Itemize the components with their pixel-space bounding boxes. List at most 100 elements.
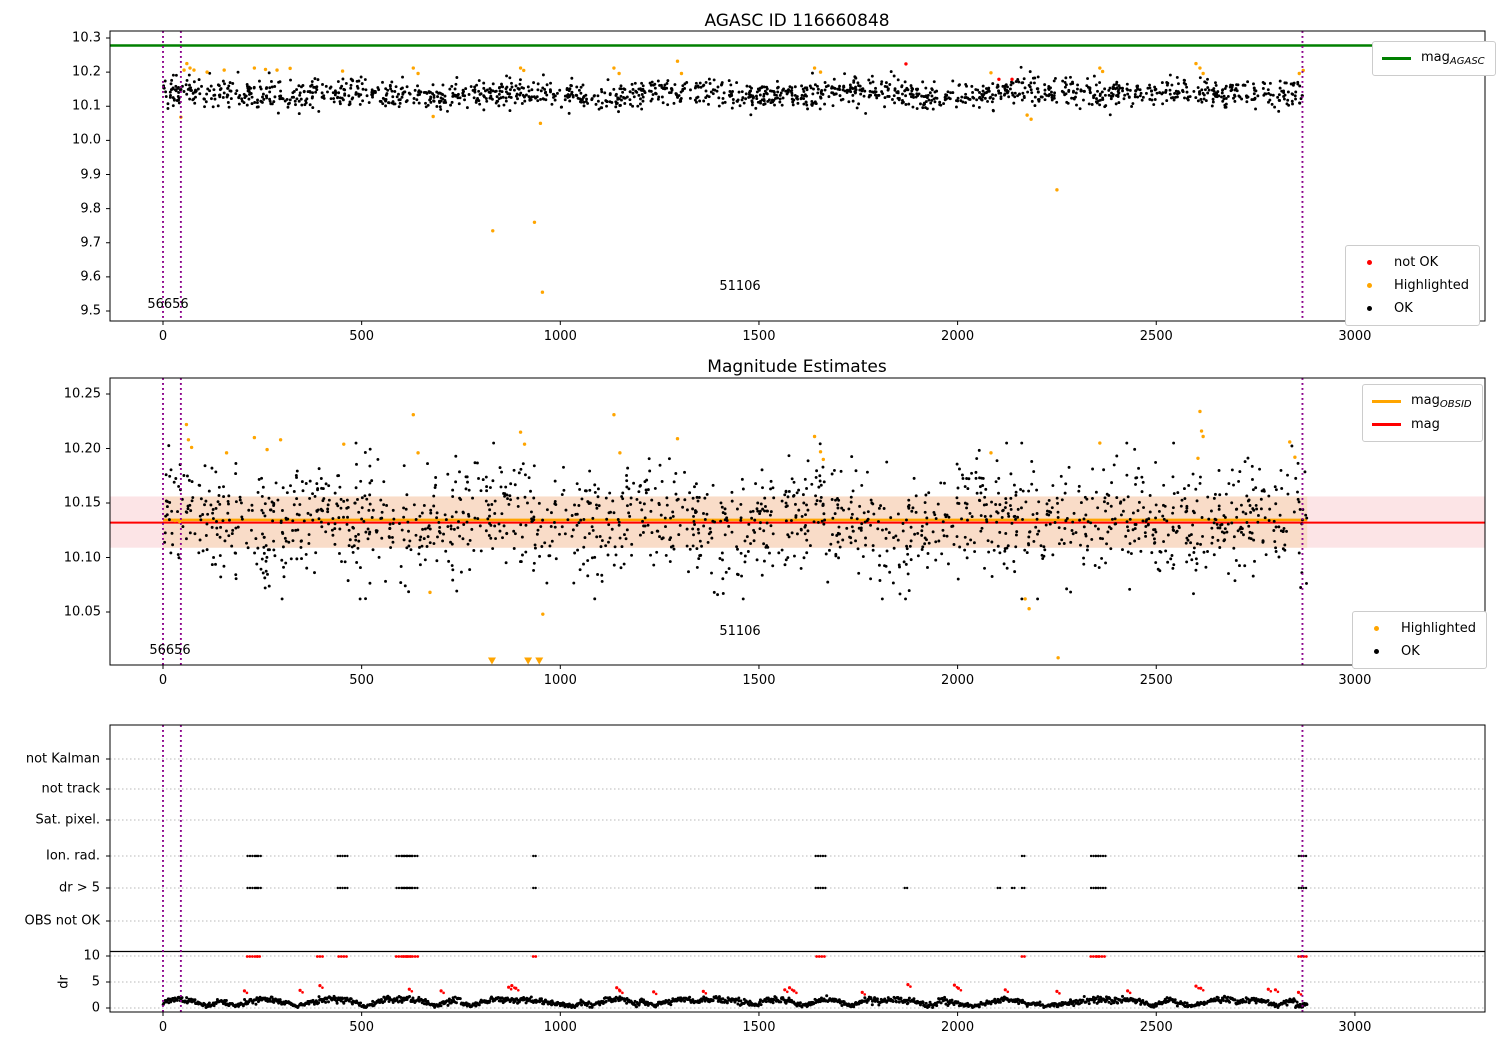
ok-point xyxy=(202,97,206,101)
ok-point xyxy=(482,108,486,112)
ok-point xyxy=(261,485,265,489)
ok-point xyxy=(247,97,251,101)
ok-point xyxy=(1277,555,1281,559)
ok-point xyxy=(736,547,739,551)
ok-point xyxy=(1110,91,1113,95)
ok-point xyxy=(1214,83,1218,87)
ok-point xyxy=(201,549,205,553)
ok-point xyxy=(832,77,836,81)
not-ok-point xyxy=(1010,77,1014,81)
ok-point xyxy=(1170,83,1174,87)
ok-point xyxy=(261,571,265,575)
dr-clipped-point xyxy=(397,955,401,958)
flag-point xyxy=(406,886,409,890)
ok-point xyxy=(1007,514,1011,518)
ok-point xyxy=(702,524,706,528)
ok-point xyxy=(981,476,985,480)
ok-point xyxy=(923,501,927,504)
ok-point xyxy=(1206,91,1210,95)
ok-point xyxy=(654,92,658,96)
ok-point xyxy=(168,501,172,504)
ok-point xyxy=(1201,91,1205,95)
highlighted-point xyxy=(1029,117,1033,121)
ok-point xyxy=(851,529,855,533)
ok-point xyxy=(698,81,702,85)
ok-point xyxy=(1290,444,1294,448)
ok-point xyxy=(1214,81,1217,85)
flag-point xyxy=(1023,854,1026,858)
ok-point xyxy=(719,519,723,523)
ok-point xyxy=(658,463,662,467)
ok-point xyxy=(696,499,700,503)
ok-point xyxy=(570,514,574,517)
ok-point xyxy=(951,524,955,528)
ok-point xyxy=(456,96,460,100)
highlighted-point xyxy=(618,451,622,455)
ok-point xyxy=(429,95,433,99)
ok-point xyxy=(625,504,629,508)
flag-point xyxy=(1104,854,1107,858)
ok-point xyxy=(622,562,626,566)
ok-point xyxy=(250,503,254,507)
ok-point xyxy=(390,80,394,84)
ok-point xyxy=(1282,97,1286,101)
ok-point xyxy=(308,103,312,107)
ok-point xyxy=(887,531,891,535)
ok-point xyxy=(478,102,482,106)
ok-point xyxy=(263,576,267,580)
dr-clipped-point xyxy=(248,955,252,958)
ok-point xyxy=(461,537,465,541)
ok-point xyxy=(523,95,526,99)
ok-point xyxy=(1127,95,1131,99)
ok-point xyxy=(906,572,910,576)
ok-point xyxy=(1212,87,1216,90)
ok-point xyxy=(228,81,232,85)
dr-point xyxy=(334,996,338,1000)
ok-point xyxy=(1144,519,1148,523)
ok-point xyxy=(1133,523,1137,526)
ok-point xyxy=(815,499,819,503)
ok-point xyxy=(619,84,623,88)
ok-point xyxy=(972,541,976,545)
ok-point xyxy=(360,496,364,500)
ok-point xyxy=(994,93,998,97)
ok-point xyxy=(1103,496,1107,500)
ok-point xyxy=(572,581,576,585)
ok-point xyxy=(943,481,946,485)
ok-point xyxy=(796,101,800,105)
ok-point xyxy=(1213,492,1217,496)
ok-point xyxy=(165,505,169,509)
ok-point xyxy=(432,93,436,97)
flag-point xyxy=(1302,886,1305,890)
ok-point xyxy=(909,558,913,562)
ok-point xyxy=(1281,530,1285,534)
ok-point xyxy=(366,527,370,531)
ok-point xyxy=(1021,91,1025,95)
ok-point xyxy=(1013,91,1017,95)
ok-point xyxy=(720,551,724,555)
ok-point xyxy=(509,96,513,99)
ok-point xyxy=(1273,540,1277,544)
ok-point xyxy=(635,497,639,501)
ok-point xyxy=(517,471,521,475)
ok-point xyxy=(819,96,823,100)
ok-point xyxy=(897,98,901,102)
dr-point xyxy=(725,1001,729,1005)
ok-point xyxy=(457,102,461,106)
ok-point xyxy=(1043,88,1047,92)
ok-point xyxy=(420,511,424,515)
ok-point xyxy=(367,508,371,512)
ok-point xyxy=(261,532,264,536)
ok-point xyxy=(693,485,696,489)
ok-point xyxy=(1267,494,1271,498)
ok-point xyxy=(553,521,556,524)
ok-point xyxy=(522,86,525,90)
ok-point xyxy=(1200,100,1204,104)
ok-point xyxy=(871,548,875,552)
ok-point xyxy=(432,504,436,508)
ok-point xyxy=(472,96,476,100)
ok-point xyxy=(346,515,349,519)
ok-point xyxy=(975,457,979,460)
ok-point xyxy=(860,87,864,91)
p1-plot-area xyxy=(110,31,1485,321)
